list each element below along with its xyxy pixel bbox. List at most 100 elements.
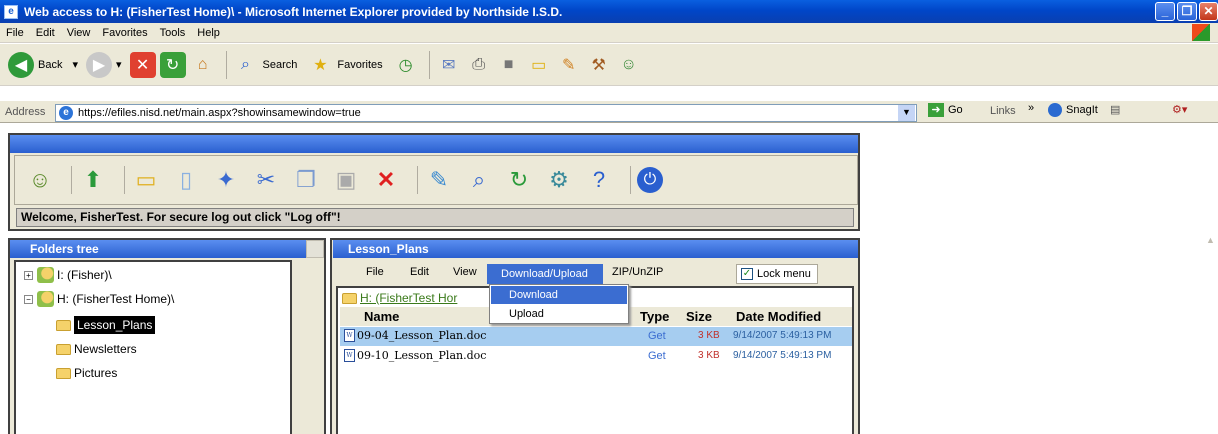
file-row[interactable]: W 09-04_Lesson_Plan.doc Get 3 KB 9/14/200…	[340, 327, 852, 346]
toolbar-separator	[428, 50, 430, 79]
new-folder-icon[interactable]: ▭	[131, 165, 161, 195]
up-folder-icon[interactable]: ⬆	[78, 165, 108, 195]
files-menu-view[interactable]: View	[453, 266, 477, 278]
paste-icon[interactable]: ▣	[331, 165, 361, 195]
files-menu-file[interactable]: File	[366, 266, 384, 278]
menu-file[interactable]: File	[6, 27, 24, 39]
search-icon[interactable]: ⌕	[233, 52, 259, 78]
search-files-icon[interactable]: ⌕	[464, 165, 494, 195]
print-icon[interactable]: ⎙	[466, 52, 492, 78]
download-upload-dropdown: Download Upload	[489, 284, 629, 324]
links-label[interactable]: Links	[990, 105, 1016, 117]
tools-icon[interactable]: ⚒	[586, 52, 612, 78]
file-size: 3 KB	[698, 350, 720, 361]
tree-item-newsletters[interactable]: Newsletters	[56, 340, 137, 358]
collapse-icon[interactable]: −	[24, 294, 33, 304]
properties-icon[interactable]: ✎	[424, 165, 454, 195]
folders-tree-title: Folders tree	[10, 240, 306, 258]
ie-app-icon: e	[4, 4, 18, 19]
history-icon[interactable]: ◷	[393, 52, 419, 78]
file-get-link[interactable]: Get	[648, 350, 666, 362]
tree-item-lesson-plans[interactable]: Lesson_Plans	[56, 316, 156, 334]
files-menu-edit[interactable]: Edit	[410, 266, 429, 278]
file-name: 09-04_Lesson_Plan.doc	[357, 329, 487, 342]
mail-icon[interactable]: ✉	[436, 52, 462, 78]
snagit-icon	[1048, 103, 1062, 117]
column-type[interactable]: Type	[636, 308, 669, 325]
snagit-capture-icon[interactable]: ▤	[1110, 103, 1120, 116]
cut-icon[interactable]: ✂	[251, 165, 281, 195]
back-button[interactable]: Back	[38, 59, 62, 71]
rename-icon[interactable]: ✦	[211, 165, 241, 195]
app-header-bar	[10, 135, 858, 153]
favorites-button[interactable]: Favorites	[337, 59, 382, 71]
user-home-icon[interactable]: ☺	[25, 165, 55, 195]
snagit-button[interactable]: SnagIt	[1048, 103, 1098, 117]
path-link[interactable]: H: (FisherTest Hor	[360, 291, 457, 305]
restore-button[interactable]: ❐	[1177, 2, 1197, 21]
refresh-files-icon[interactable]: ↻	[504, 165, 534, 195]
address-dropdown-icon[interactable]: ▼	[898, 105, 915, 121]
folders-scroll-up[interactable]	[306, 240, 324, 258]
browser-toolbar: ◀ Back ▾ ▶ ▾ ✕ ↻ ⌂ ⌕ Search ★ Favorites …	[0, 44, 1218, 86]
menu-help[interactable]: Help	[197, 27, 220, 39]
user-folder-icon	[37, 291, 54, 307]
favorites-star-icon[interactable]: ★	[307, 52, 333, 78]
back-arrow-icon[interactable]: ◀	[8, 51, 34, 78]
edit-icon[interactable]: ■	[496, 52, 522, 78]
file-name: 09-10_Lesson_Plan.doc	[357, 349, 487, 362]
settings-icon[interactable]: ⚙	[544, 165, 574, 195]
column-date-modified[interactable]: Date Modified	[732, 308, 821, 325]
folders-tree: + I: (Fisher)\ − H: (FisherTest Home)\ L…	[14, 260, 292, 434]
messenger-icon[interactable]: ☺	[616, 52, 642, 78]
folder-icon[interactable]: ▭	[526, 52, 552, 78]
tree-item-label: I: (Fisher)\	[57, 268, 112, 282]
column-size[interactable]: Size	[682, 308, 712, 325]
copy-icon[interactable]: ❐	[291, 165, 321, 195]
tree-item-i-drive[interactable]: + I: (Fisher)\	[24, 266, 112, 284]
refresh-icon[interactable]: ↻	[159, 51, 186, 78]
new-file-icon[interactable]: ▯	[171, 165, 201, 195]
word-doc-icon: W	[344, 349, 355, 362]
menu-favorites[interactable]: Favorites	[102, 27, 147, 39]
file-row[interactable]: W 09-10_Lesson_Plan.doc Get 3 KB 9/14/200…	[340, 347, 852, 366]
expand-icon[interactable]: +	[24, 270, 33, 280]
lock-menu-label: Lock menu	[757, 268, 811, 280]
search-button[interactable]: Search	[263, 59, 298, 71]
menu-view[interactable]: View	[67, 27, 91, 39]
toolbar-extension-icon[interactable]: ⚙▾	[1172, 103, 1187, 116]
menu-tools[interactable]: Tools	[160, 27, 186, 39]
links-chevron[interactable]: »	[1028, 102, 1034, 114]
stop-icon[interactable]: ✕	[129, 51, 156, 78]
lock-menu-checkbox[interactable]: ✓ Lock menu	[736, 264, 818, 284]
go-arrow-icon: ➜	[928, 103, 944, 117]
home-icon[interactable]: ⌂	[190, 52, 216, 78]
folder-icon	[56, 319, 71, 331]
snagit-label: SnagIt	[1066, 104, 1098, 116]
folder-icon	[56, 367, 71, 379]
window-title: Web access to H: (FisherTest Home)\ - Mi…	[24, 4, 563, 19]
menu-edit[interactable]: Edit	[36, 27, 55, 39]
forward-arrow-icon[interactable]: ▶	[86, 51, 112, 78]
page-scroll-up-icon[interactable]: ▲	[1206, 235, 1218, 247]
address-input[interactable]: e https://efiles.nisd.net/main.aspx?show…	[55, 104, 917, 122]
tree-item-h-drive[interactable]: − H: (FisherTest Home)\	[24, 290, 174, 308]
tree-item-label: Lesson_Plans	[74, 316, 156, 334]
column-name[interactable]: Name	[360, 308, 399, 325]
tree-item-label: Newsletters	[74, 342, 137, 356]
delete-icon[interactable]: ✕	[371, 165, 401, 195]
dropdown-upload[interactable]: Upload	[491, 305, 627, 323]
files-menu-download-upload[interactable]: Download/Upload	[487, 264, 603, 284]
folder-icon	[56, 343, 71, 355]
file-date: 9/14/2007 5:49:13 PM	[733, 350, 832, 361]
log-off-icon[interactable]: ⏻	[637, 167, 663, 193]
file-get-link[interactable]: Get	[648, 330, 666, 342]
research-icon[interactable]: ✎	[556, 52, 582, 78]
help-icon[interactable]: ?	[584, 165, 614, 195]
tree-item-pictures[interactable]: Pictures	[56, 364, 117, 382]
ie-page-icon: e	[59, 106, 73, 120]
dropdown-download[interactable]: Download	[491, 286, 627, 304]
close-button[interactable]: ✕	[1199, 2, 1218, 21]
files-menu-zip[interactable]: ZIP/UnZIP	[612, 266, 663, 278]
minimize-button[interactable]: _	[1155, 2, 1175, 21]
